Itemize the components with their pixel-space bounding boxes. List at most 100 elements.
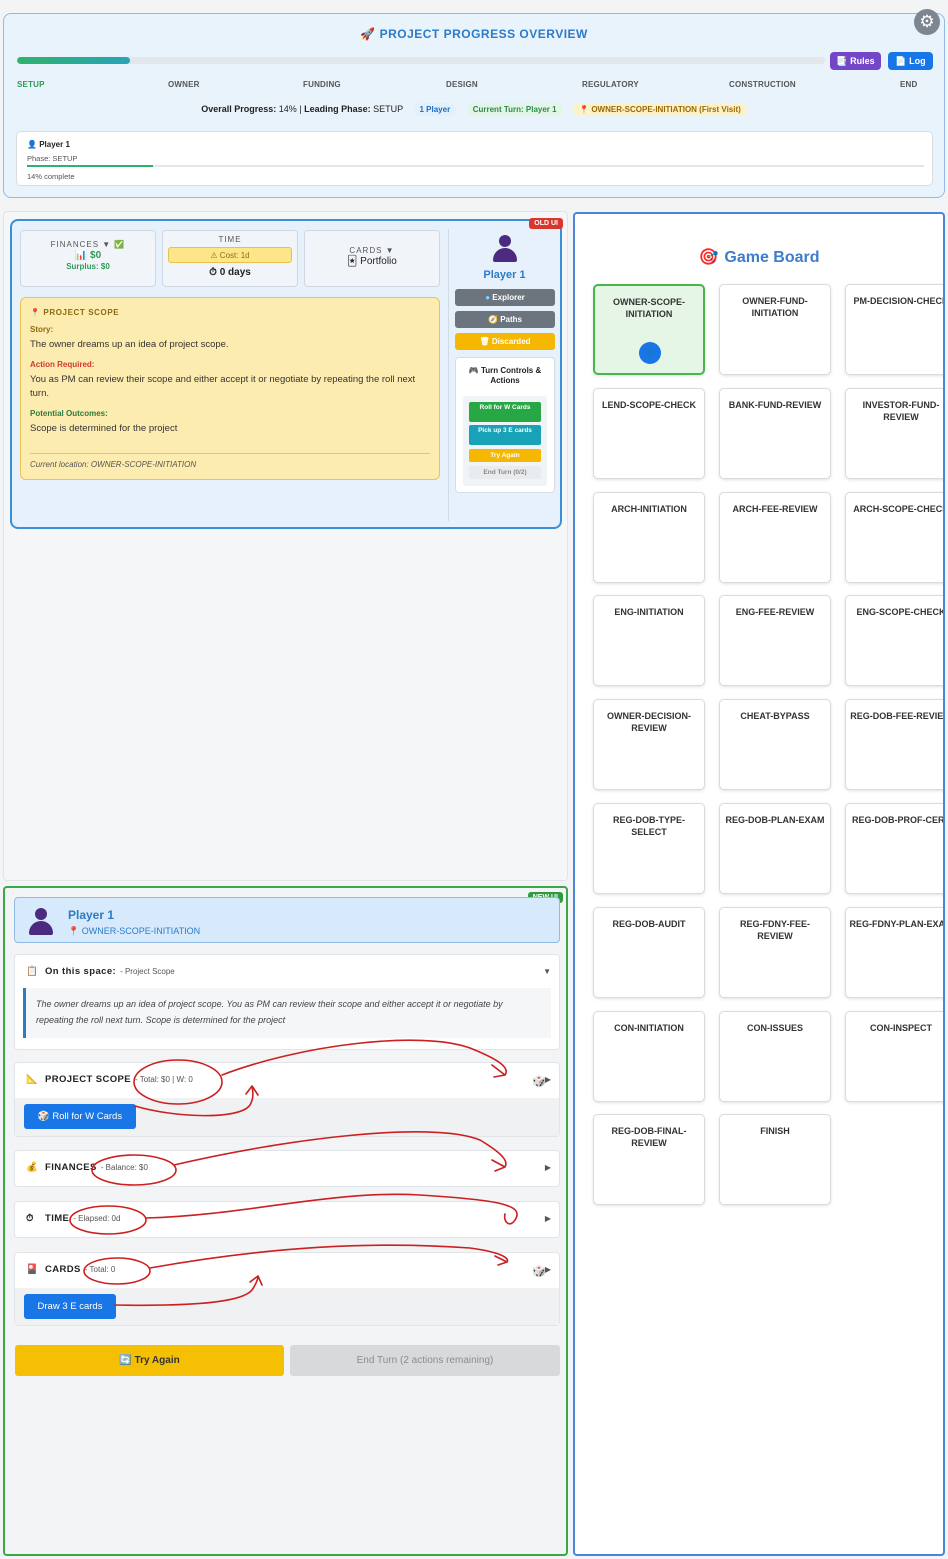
roll-w-cards-small-button[interactable]: Roll for W Cards (469, 402, 541, 422)
chart-icon: 📊 (74, 250, 88, 261)
expand-arrow-icon[interactable]: ▶ (545, 1163, 551, 1172)
cards-heading: CARDS ▼ (349, 246, 395, 255)
board-space[interactable]: REG-DOB-PROF-CERT (845, 803, 943, 894)
time-heading: TIME (218, 235, 242, 244)
board-space-label: OWNER-DECISION-REVIEW (607, 711, 691, 733)
settings-gear-icon[interactable]: ⚙ (914, 9, 940, 35)
board-space[interactable]: REG-DOB-FINAL-REVIEW (593, 1114, 705, 1205)
phase-end: END (900, 80, 918, 89)
outcomes-label: Potential Outcomes: (30, 409, 108, 418)
board-space-label: CON-ISSUES (746, 1023, 803, 1033)
board-space-label: ARCH-FEE-REVIEW (732, 504, 818, 514)
board-space[interactable]: ARCH-INITIATION (593, 492, 705, 583)
player-token-icon: 👤 (639, 342, 661, 364)
board-space[interactable]: OWNER-FUND-INITIATION (719, 284, 831, 375)
try-again-small-button[interactable]: Try Again (469, 449, 541, 462)
board-space[interactable]: ENG-SCOPE-CHECK (845, 595, 945, 686)
board-space-label: ARCH-INITIATION (611, 504, 687, 514)
board-space-label: REG-DOB-FINAL-REVIEW (611, 1126, 687, 1148)
current-location-text: Current location: OWNER-SCOPE-INITIATION (30, 453, 430, 469)
board-space-label: OWNER-FUND-INITIATION (742, 296, 808, 318)
board-space[interactable]: ARCH-FEE-REVIEW (719, 492, 831, 583)
game-board-panel: 🎯 Game Board OWNER-SCOPE-INITIATION 👤 OWNER… (573, 212, 945, 1556)
board-space-label: ENG-SCOPE-CHECK (856, 607, 945, 617)
project-scope-section[interactable]: 📐 PROJECT SCOPE - Total: $0 | W: 0 🎲 ▶ 🎲 R… (14, 1062, 560, 1137)
expand-arrow-icon[interactable]: ▶ (545, 1075, 551, 1084)
board-space[interactable]: ENG-FEE-REVIEW (719, 595, 831, 686)
player-avatar (27, 908, 55, 936)
time-summary: - Elapsed: 0d (73, 1214, 121, 1223)
end-turn-small-button[interactable]: End Turn (0/2) (469, 466, 541, 479)
game-board-title: 🎯 Game Board (698, 249, 820, 266)
board-space[interactable]: CHEAT-BYPASS (719, 699, 831, 790)
explorer-button[interactable]: ● Explorer (455, 289, 555, 306)
end-turn-button[interactable]: End Turn (2 actions remaining) (290, 1345, 560, 1376)
board-space-label: PM-DECISION-CHECK (853, 296, 945, 306)
refresh-icon: 🔄 (119, 1355, 132, 1366)
old-ui-panel: OLD UI FINANCES ▼ ✅ 📊 $0 Surplus: $0 TIM… (10, 218, 563, 529)
board-space[interactable]: LEND-SCOPE-CHECK (593, 388, 705, 479)
finances-heading: FINANCES ▼ ✅ (50, 240, 126, 249)
board-space-label: CON-INSPECT (869, 1023, 932, 1033)
board-space[interactable]: BANK-FUND-REVIEW (719, 388, 831, 479)
board-space[interactable]: INVESTOR-FUND-REVIEW (845, 388, 943, 479)
rules-button[interactable]: 📑 Rules (830, 52, 881, 70)
overview-title: 🚀 PROJECT PROGRESS OVERVIEW (360, 27, 588, 41)
cards-box[interactable]: CARDS ▼ 🃏 Portfolio (304, 230, 440, 287)
board-space[interactable]: REG-DOB-TYPE-SELECT (593, 803, 705, 894)
story-label: Story: (30, 325, 54, 334)
project-scope-summary: - Total: $0 | W: 0 (134, 1075, 193, 1084)
board-space-label: CON-INITIATION (614, 1023, 684, 1033)
clipboard-icon: 📋 (26, 966, 39, 977)
try-again-button[interactable]: 🔄 Try Again (15, 1345, 284, 1376)
board-space[interactable]: REG-DOB-FEE-REVIEW (845, 699, 945, 790)
board-space[interactable]: ARCH-SCOPE-CHECK (845, 492, 943, 583)
board-space[interactable]: REG-DOB-AUDIT (593, 907, 705, 998)
cards-summary: - Total: 0 (84, 1265, 116, 1274)
roll-w-cards-button[interactable]: 🎲 Roll for W Cards (24, 1104, 136, 1129)
board-space[interactable]: REG-FDNY-PLAN-EXAM (845, 907, 943, 998)
expand-arrow-icon[interactable]: ▶ (545, 1214, 551, 1223)
on-this-space-section[interactable]: 📋 On this space: - Project Scope ▼ The own… (14, 954, 560, 1050)
board-space[interactable]: REG-FDNY-FEE-REVIEW (719, 907, 831, 998)
board-space[interactable]: CON-INITIATION (593, 1011, 705, 1102)
compass-icon: 🧭 (488, 315, 498, 324)
new-ui-panel: NEW UI Player 1 📍 OWNER-SCOPE-INITIATION… (3, 886, 568, 1556)
board-space[interactable]: OWNER-SCOPE-INITIATION 👤 (593, 284, 705, 375)
finances-box[interactable]: FINANCES ▼ ✅ 📊 $0 Surplus: $0 (20, 230, 156, 287)
finances-section[interactable]: 💰 FINANCES - Balance: $0 ▶ (14, 1150, 560, 1187)
cards-header: 🎴 CARDS - Total: 0 (26, 1264, 116, 1275)
board-space-label: REG-DOB-TYPE-SELECT (613, 815, 685, 837)
player-side-column: Player 1 ● Explorer 🧭 Paths 🗑 Discarded … (448, 229, 560, 521)
project-scope-header: 📐 PROJECT SCOPE - Total: $0 | W: 0 (26, 1074, 193, 1085)
pickup-e-cards-small-button[interactable]: Pick up 3 E cards (469, 425, 541, 445)
board-space[interactable]: ENG-INITIATION (593, 595, 705, 686)
time-section[interactable]: ⏱ TIME - Elapsed: 0d ▶ (14, 1201, 560, 1238)
expand-arrow-icon[interactable]: ▶ (545, 1265, 551, 1274)
new-ui-player-header: Player 1 📍 OWNER-SCOPE-INITIATION (14, 897, 560, 943)
overall-status-line: Overall Progress: 14% | Leading Phase: S… (4, 103, 944, 117)
board-space-label: REG-DOB-FEE-REVIEW (850, 711, 945, 721)
log-button[interactable]: 📄 Log (888, 52, 933, 70)
finances-surplus: Surplus: $0 (66, 262, 110, 271)
cards-section[interactable]: 🎴 CARDS - Total: 0 🎲 ▶ Draw 3 E cards (14, 1252, 560, 1326)
board-space[interactable]: CON-INSPECT (845, 1011, 943, 1102)
draw-e-cards-button[interactable]: Draw 3 E cards (24, 1294, 116, 1319)
board-space[interactable]: FINISH (719, 1114, 831, 1205)
board-space-label: REG-DOB-PLAN-EXAM (725, 815, 825, 825)
player-progress-bar (27, 165, 924, 167)
paths-button[interactable]: 🧭 Paths (455, 311, 555, 328)
overall-progress-label: Overall Progress: (201, 104, 277, 114)
board-space[interactable]: OWNER-DECISION-REVIEW (593, 699, 705, 790)
board-space[interactable]: PM-DECISION-CHECK (845, 284, 945, 375)
board-space[interactable]: CON-ISSUES (719, 1011, 831, 1102)
collapse-arrow-icon[interactable]: ▼ (543, 967, 551, 976)
overall-progress-bar (17, 57, 825, 64)
board-space-label: ENG-INITIATION (614, 607, 684, 617)
board-space[interactable]: REG-DOB-PLAN-EXAM (719, 803, 831, 894)
player-progress-card: 👤 Player 1 Phase: SETUP 14% complete (16, 131, 933, 186)
location-badge: 📍 OWNER-SCOPE-INITIATION (First Visit) (573, 103, 747, 116)
discarded-button[interactable]: 🗑 Discarded (455, 333, 555, 350)
player-count-badge: 1 Player (413, 103, 457, 116)
story-text: The owner dreams up an idea of project s… (30, 339, 229, 350)
